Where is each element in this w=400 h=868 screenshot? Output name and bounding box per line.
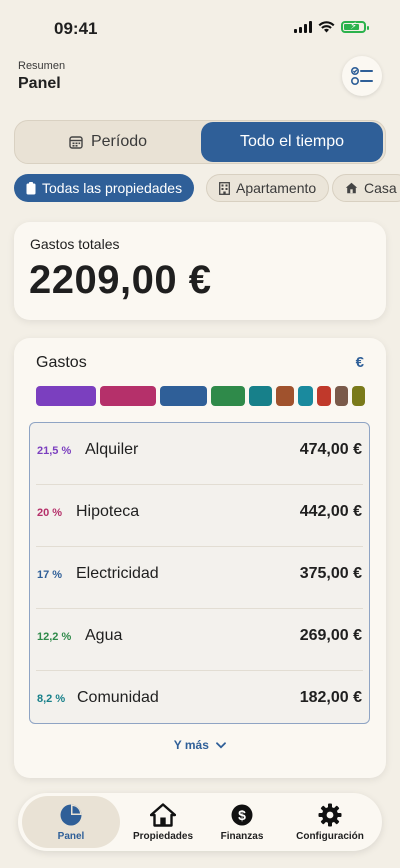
calendar-icon	[69, 136, 83, 149]
color-bar-segment	[249, 386, 272, 406]
wifi-icon	[318, 21, 335, 33]
color-bar-segment	[298, 386, 313, 406]
color-bar-segment	[211, 386, 245, 406]
chip-label: Todas las propiedades	[42, 180, 183, 196]
checklist-icon	[351, 67, 373, 85]
expense-row-agua[interactable]: 12,2 % Agua 269,00 €	[30, 609, 369, 671]
color-bar-segment	[160, 386, 207, 406]
status-icons: ⚡	[294, 21, 369, 33]
expenses-card: Gastos € 21,5 % Alquiler 474,00 € 20 % H…	[14, 338, 386, 778]
period-toggle: Período Todo el tiempo	[14, 120, 386, 164]
chip-label: Apartamento	[236, 180, 317, 196]
expense-amount: 269,00 €	[299, 627, 362, 644]
expense-percent: 20 %	[37, 507, 63, 519]
expense-name: Comunidad	[77, 689, 159, 706]
expense-name: Agua	[85, 627, 123, 644]
color-bar-segment	[100, 386, 156, 406]
chevron-down-icon	[216, 742, 227, 749]
expense-amount: 182,00 €	[299, 689, 362, 706]
period-label: Período	[90, 133, 148, 150]
expense-name: Electricidad	[76, 565, 159, 582]
tab-panel[interactable]: Panel	[22, 796, 120, 848]
expense-list: 21,5 % Alquiler 474,00 € 20 % Hipoteca 4…	[29, 422, 370, 724]
status-bar: 09:41 ⚡	[0, 0, 400, 56]
total-value: 2209,00 €	[29, 258, 212, 302]
svg-text:$: $	[238, 807, 246, 823]
period-tab[interactable]: Período	[15, 121, 201, 163]
expense-amount: 375,00 €	[299, 565, 362, 582]
expense-percent: 21,5 %	[37, 445, 72, 457]
color-bar-segment	[36, 386, 96, 406]
page-subtitle: Resumen	[18, 60, 66, 72]
chip-label: Casa	[364, 180, 397, 196]
expense-name: Alquiler	[85, 441, 139, 458]
tab-label: Configuración	[296, 830, 364, 842]
color-bar-segment	[317, 386, 331, 406]
chip-house[interactable]: Casa	[332, 174, 400, 202]
expense-row-electricidad[interactable]: 17 % Electricidad 375,00 €	[30, 547, 369, 609]
expense-row-hipoteca[interactable]: 20 % Hipoteca 442,00 €	[30, 485, 369, 547]
total-expenses-card: Gastos totales 2209,00 €	[14, 222, 386, 320]
currency-button[interactable]: €	[356, 354, 364, 371]
page-header: Resumen Panel	[18, 60, 65, 93]
tab-propiedades[interactable]: Propiedades	[123, 793, 203, 851]
expense-amount: 442,00 €	[299, 503, 362, 520]
expenses-title: Gastos	[36, 354, 87, 371]
expense-color-bar	[36, 386, 366, 406]
pie-chart-icon	[60, 804, 82, 825]
tab-label: Propiedades	[132, 830, 194, 842]
expense-row-alquiler[interactable]: 21,5 % Alquiler 474,00 €	[30, 423, 369, 485]
tab-finanzas[interactable]: $ Finanzas	[210, 793, 274, 851]
chip-all-properties[interactable]: Todas las propiedades	[14, 174, 195, 202]
house-icon	[345, 182, 358, 194]
show-more-button[interactable]: Y más	[14, 738, 386, 752]
color-bar-segment	[352, 386, 365, 406]
expense-percent: 12,2 %	[37, 631, 72, 643]
expense-percent: 8,2 %	[37, 693, 66, 705]
expense-percent: 17 %	[37, 569, 63, 581]
expense-row-comunidad[interactable]: 8,2 % Comunidad 182,00 €	[30, 671, 369, 723]
building-icon	[26, 181, 36, 194]
house-icon	[150, 802, 176, 827]
apartment-icon	[219, 181, 230, 195]
show-more-label: Y más	[173, 738, 209, 752]
battery-icon: ⚡	[341, 21, 369, 33]
color-bar-segment	[276, 386, 294, 406]
tab-label: Panel	[57, 830, 85, 842]
expense-name: Hipoteca	[76, 503, 140, 520]
chip-apartment[interactable]: Apartamento	[206, 174, 330, 202]
tab-label: Finanzas	[220, 830, 264, 842]
tab-bar: Panel Propiedades $ Finanzas Configuraci…	[18, 793, 382, 851]
filter-button[interactable]	[342, 56, 382, 96]
all-time-tab[interactable]: Todo el tiempo	[201, 122, 383, 162]
page-title: Panel	[18, 75, 61, 92]
tab-configuracion[interactable]: Configuración	[284, 793, 376, 851]
gear-icon	[318, 803, 342, 826]
dollar-icon: $	[231, 804, 253, 825]
expense-amount: 474,00 €	[299, 441, 362, 458]
total-label: Gastos totales	[30, 236, 120, 252]
signal-icon	[294, 21, 312, 33]
color-bar-segment	[335, 386, 348, 406]
status-time: 09:41	[54, 19, 98, 38]
property-filter-chips: Todas las propiedades Apartamento Casa	[14, 174, 400, 204]
